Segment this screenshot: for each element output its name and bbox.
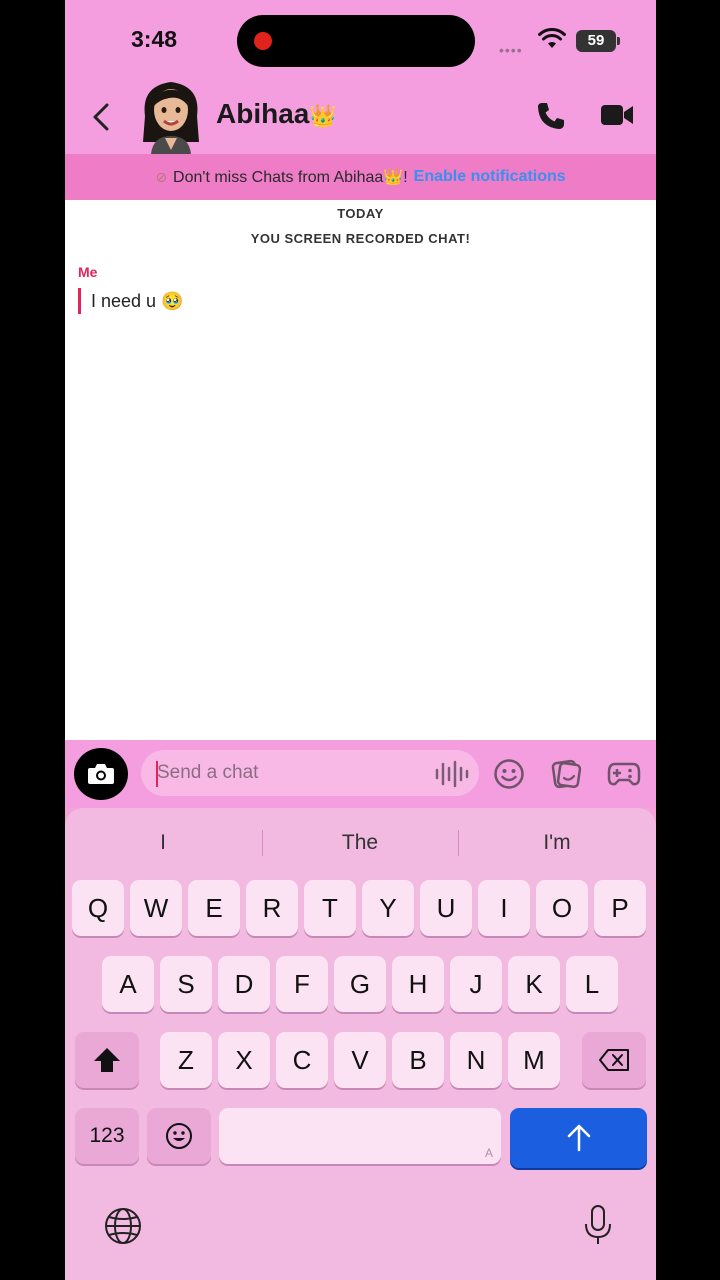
phone-screen: 3:48 •••• 59 Abihaa👑 ⊘ Don't miss Chats … <box>65 0 656 1280</box>
delete-key[interactable] <box>582 1032 646 1088</box>
video-camera-icon <box>601 105 633 125</box>
chat-header: Abihaa👑 <box>65 80 656 154</box>
key-a[interactable]: A <box>102 956 154 1012</box>
contact-name[interactable]: Abihaa👑 <box>216 98 337 130</box>
arrow-up-icon <box>567 1124 590 1152</box>
video-call-button[interactable] <box>600 102 634 133</box>
suggestion-2[interactable]: The <box>262 826 458 860</box>
emoji-icon[interactable] <box>493 758 525 790</box>
status-time: 3:48 <box>131 26 178 52</box>
key-b[interactable]: B <box>392 1032 444 1088</box>
emoji-keyboard-key[interactable] <box>147 1108 211 1164</box>
key-g[interactable]: G <box>334 956 386 1012</box>
game-controller-icon[interactable] <box>607 758 641 788</box>
key-h[interactable]: H <box>392 956 444 1012</box>
microphone-icon[interactable] <box>583 1204 613 1246</box>
key-k[interactable]: K <box>508 956 560 1012</box>
key-m[interactable]: M <box>508 1032 560 1088</box>
shift-key[interactable] <box>75 1032 139 1088</box>
key-u[interactable]: U <box>420 880 472 936</box>
on-screen-keyboard: I The I'm QWERTYUIOP ASDFGHJKL ZXCVBNM 1… <box>65 808 656 1280</box>
wifi-icon <box>538 28 566 48</box>
key-l[interactable]: L <box>566 956 618 1012</box>
suggestion-3[interactable]: I'm <box>459 826 655 860</box>
backspace-icon <box>599 1049 629 1071</box>
chevron-left-icon <box>93 103 109 131</box>
space-key[interactable]: A <box>219 1108 501 1164</box>
key-j[interactable]: J <box>450 956 502 1012</box>
key-x[interactable]: X <box>218 1032 270 1088</box>
chat-message[interactable]: I need u 🥹 <box>78 288 183 314</box>
key-s[interactable]: S <box>160 956 212 1012</box>
contact-name-text: Abihaa <box>216 98 310 129</box>
text-cursor <box>156 761 158 787</box>
bitmoji-avatar[interactable] <box>135 76 207 154</box>
camera-button[interactable] <box>74 748 128 800</box>
notification-banner: ⊘ Don't miss Chats from Abihaa👑! Enable … <box>65 154 656 200</box>
date-separator: TODAY <box>337 206 384 221</box>
recording-indicator-icon <box>254 32 272 50</box>
dynamic-island <box>237 15 475 67</box>
key-r[interactable]: R <box>246 880 298 936</box>
back-button[interactable] <box>87 100 115 134</box>
sticker-icon[interactable] <box>550 758 582 790</box>
chat-input-bar <box>65 740 656 808</box>
chat-area[interactable]: TODAY YOU SCREEN RECORDED CHAT! Me I nee… <box>65 200 656 740</box>
cellular-signal-icon: •••• <box>499 42 523 58</box>
voice-call-button[interactable] <box>535 100 567 137</box>
screen-record-notice: YOU SCREEN RECORDED CHAT! <box>250 231 471 246</box>
bell-off-icon: ⊘ <box>155 168 168 185</box>
send-button[interactable] <box>510 1108 647 1168</box>
space-key-hint: A <box>484 1146 493 1160</box>
emoji-icon <box>166 1123 192 1149</box>
chat-text-input[interactable] <box>141 750 479 796</box>
key-p[interactable]: P <box>594 880 646 936</box>
key-d[interactable]: D <box>218 956 270 1012</box>
numbers-key[interactable]: 123 <box>75 1108 139 1164</box>
battery-indicator: 59 <box>576 30 620 52</box>
key-c[interactable]: C <box>276 1032 328 1088</box>
camera-icon <box>88 764 114 784</box>
key-o[interactable]: O <box>536 880 588 936</box>
shift-arrow-icon <box>94 1048 120 1072</box>
key-i[interactable]: I <box>478 880 530 936</box>
status-bar: 3:48 •••• 59 <box>65 0 656 80</box>
voice-note-icon[interactable] <box>433 760 469 788</box>
key-n[interactable]: N <box>450 1032 502 1088</box>
key-z[interactable]: Z <box>160 1032 212 1088</box>
key-v[interactable]: V <box>334 1032 386 1088</box>
phone-icon <box>538 103 564 129</box>
key-q[interactable]: Q <box>72 880 124 936</box>
suggestion-1[interactable]: I <box>65 826 261 860</box>
key-t[interactable]: T <box>304 880 356 936</box>
key-e[interactable]: E <box>188 880 240 936</box>
enable-notifications-link[interactable]: Enable notifications <box>414 168 566 186</box>
banner-text: Don't miss Chats from Abihaa👑! <box>173 169 408 186</box>
globe-icon[interactable] <box>103 1206 143 1246</box>
crown-emoji: 👑 <box>309 103 337 128</box>
key-y[interactable]: Y <box>362 880 414 936</box>
key-w[interactable]: W <box>130 880 182 936</box>
key-f[interactable]: F <box>276 956 328 1012</box>
message-sender: Me <box>78 264 98 280</box>
